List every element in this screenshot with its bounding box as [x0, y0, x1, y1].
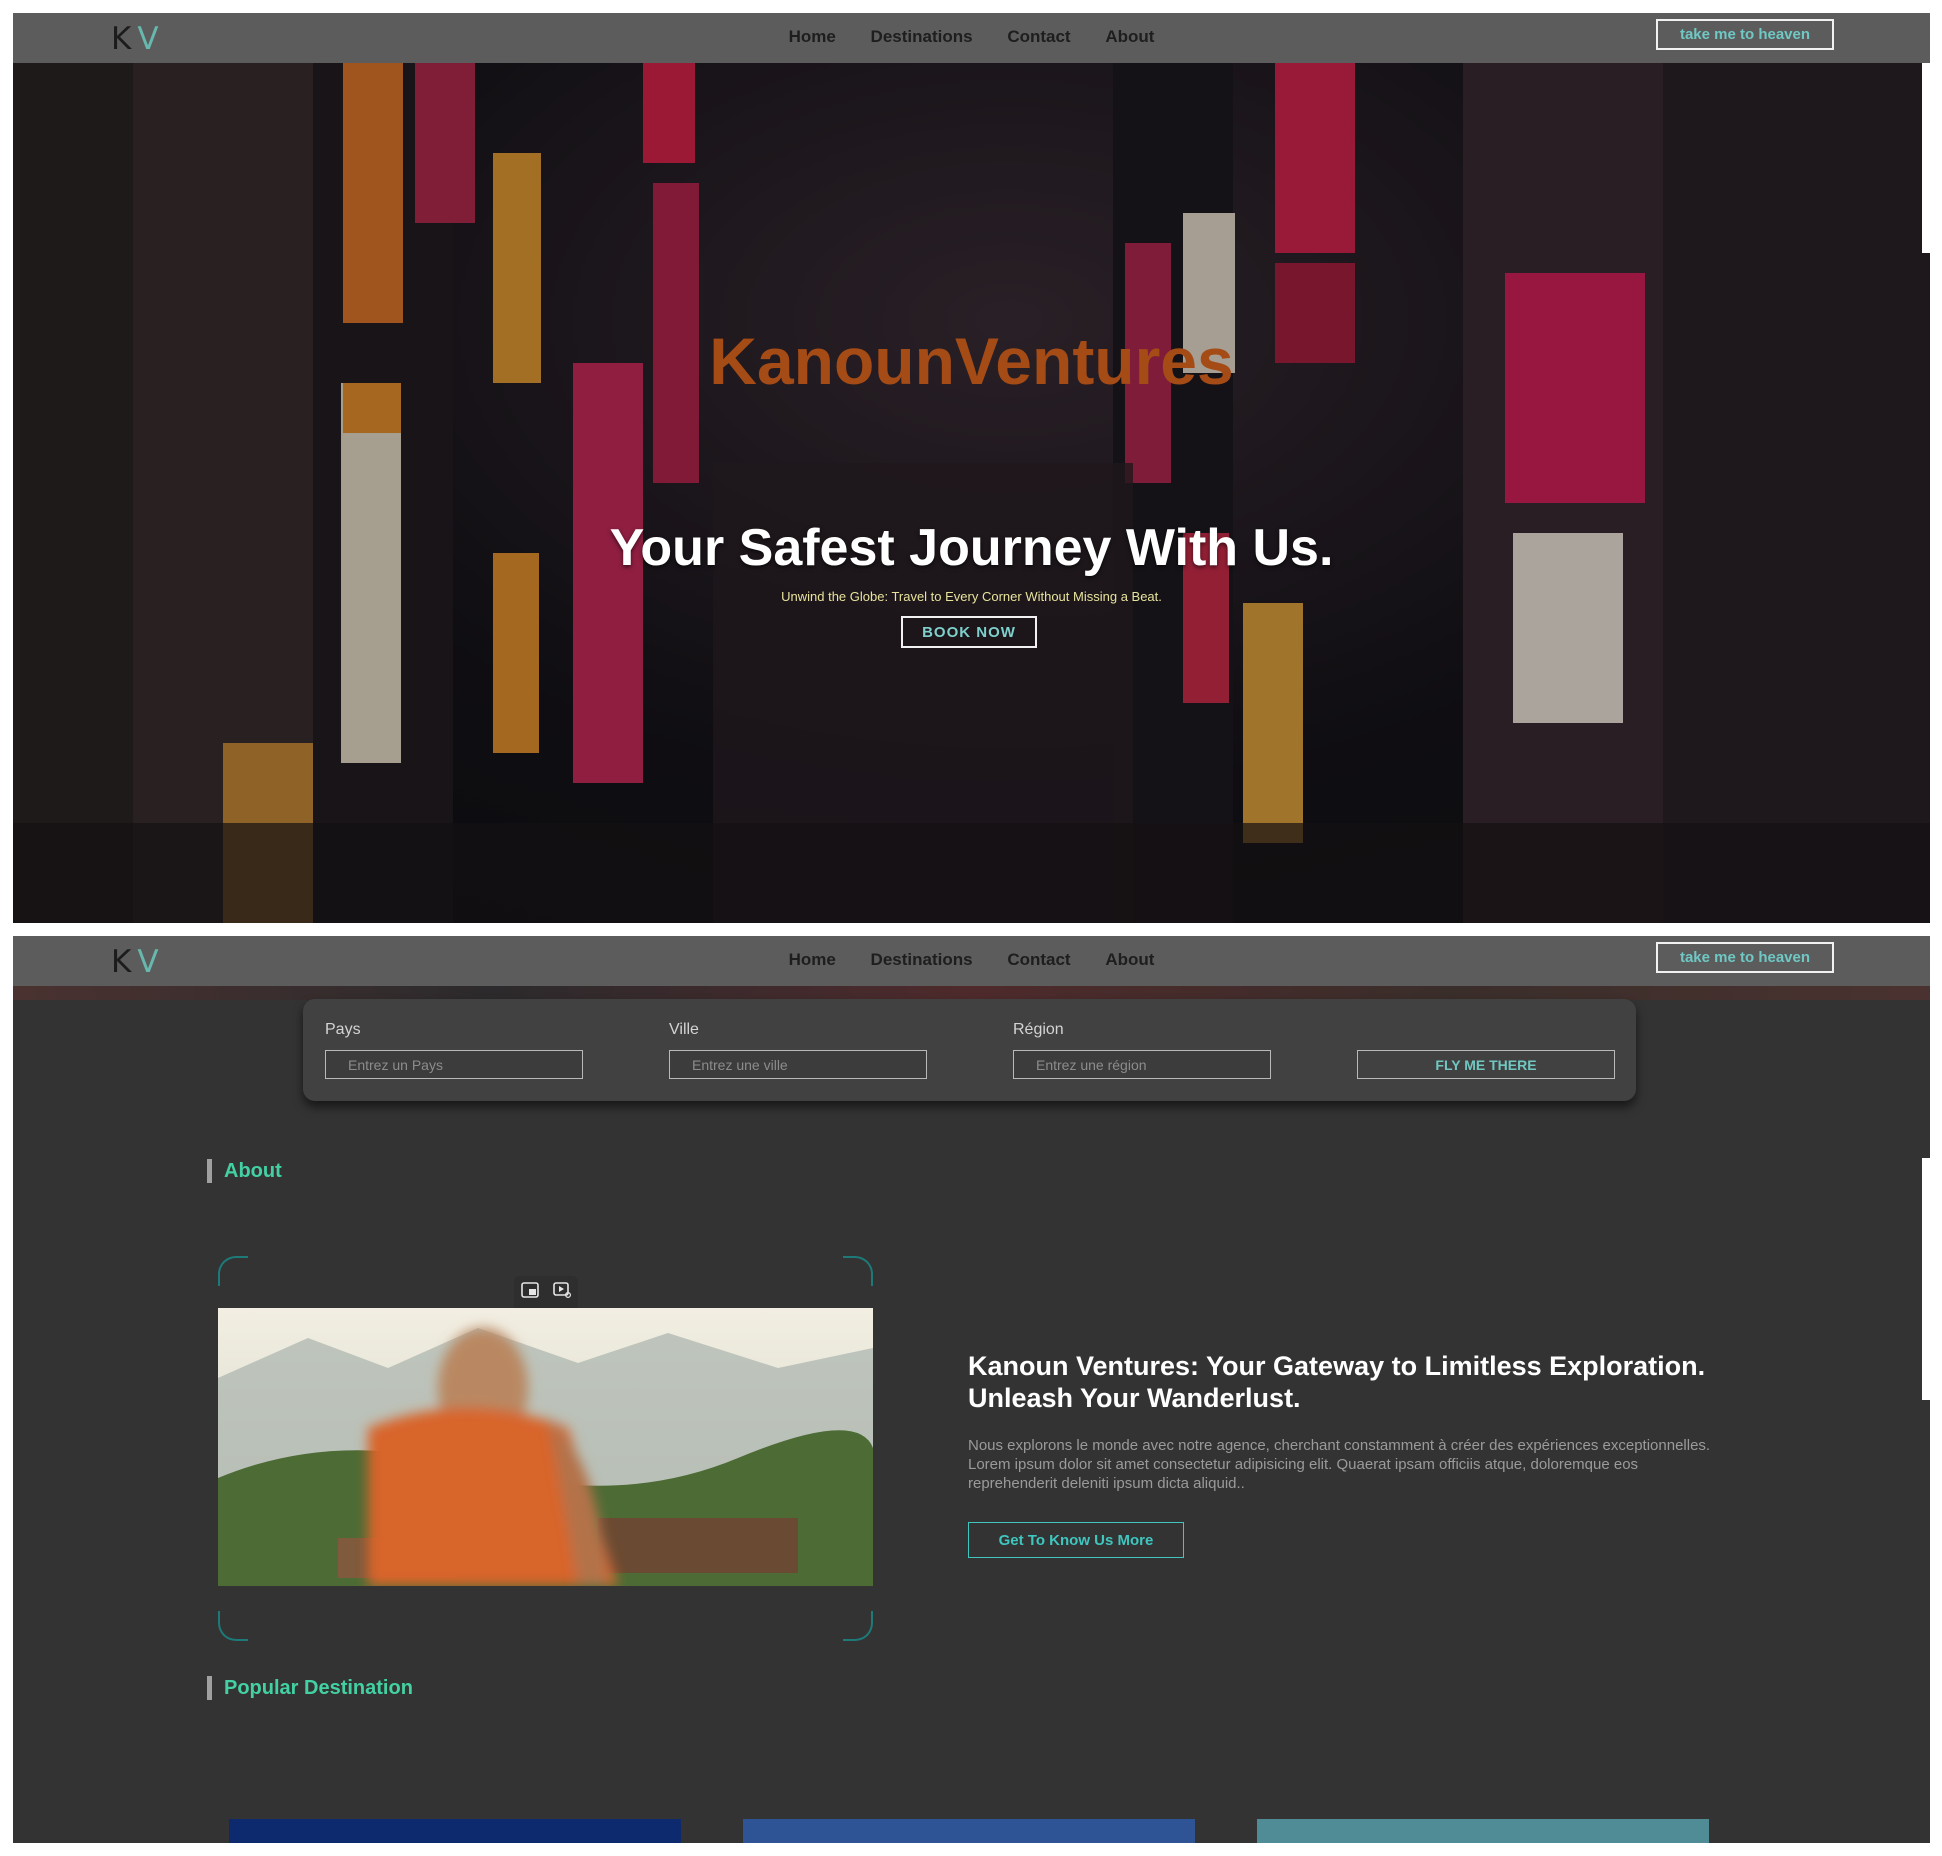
content-screenshot: KV Home Destinations Contact About take …	[13, 936, 1930, 1843]
video-settings-icon[interactable]	[553, 1281, 572, 1303]
nav-link-home[interactable]: Home	[789, 27, 836, 47]
book-now-button[interactable]: BOOK NOW	[901, 616, 1037, 648]
destination-card[interactable]	[229, 1819, 681, 1843]
search-card: Pays Ville Région FLY ME THERE	[303, 999, 1636, 1101]
city-input[interactable]	[669, 1050, 927, 1079]
about-video[interactable]	[218, 1256, 873, 1641]
hero-image-edge	[13, 986, 1930, 1000]
nav-link-destinations[interactable]: Destinations	[871, 27, 973, 47]
about-title: Kanoun Ventures: Your Gateway to Limitle…	[968, 1351, 1706, 1413]
monk-video-frame	[218, 1308, 873, 1586]
nav-link-about[interactable]: About	[1105, 950, 1154, 970]
nav-menu: Home Destinations Contact About	[13, 27, 1930, 47]
fly-me-there-button[interactable]: FLY ME THERE	[1357, 1050, 1615, 1079]
destination-card[interactable]	[743, 1819, 1195, 1843]
frame-corner	[218, 1611, 248, 1641]
scrollbar[interactable]	[1922, 1158, 1930, 1400]
about-description: Nous explorons le monde avec notre agenc…	[968, 1437, 1711, 1492]
nav-link-destinations[interactable]: Destinations	[871, 950, 973, 970]
popular-destination-heading: Popular Destination	[207, 1676, 413, 1700]
nav-link-home[interactable]: Home	[789, 950, 836, 970]
take-me-to-heaven-button[interactable]: take me to heaven	[1656, 19, 1834, 50]
country-label: Pays	[325, 1021, 361, 1038]
region-input[interactable]	[1013, 1050, 1271, 1079]
about-section-heading: About	[207, 1159, 282, 1183]
take-me-to-heaven-button[interactable]: take me to heaven	[1656, 942, 1834, 973]
frame-corner	[843, 1256, 873, 1286]
city-label: Ville	[669, 1021, 699, 1038]
picture-in-picture-icon[interactable]	[521, 1281, 539, 1303]
frame-corner	[218, 1256, 248, 1286]
hero-background-image	[13, 63, 1930, 923]
nav-link-about[interactable]: About	[1105, 27, 1154, 47]
hero-tagline: Unwind the Globe: Travel to Every Corner…	[781, 589, 1162, 604]
video-controls	[514, 1276, 578, 1308]
country-input[interactable]	[325, 1050, 583, 1079]
hero-brand-title: KanounVentures	[709, 324, 1234, 398]
city-street-illustration	[13, 63, 1930, 923]
hero-headline: Your Safest Journey With Us.	[609, 519, 1334, 577]
destination-card[interactable]	[1257, 1819, 1709, 1843]
nav-menu: Home Destinations Contact About	[13, 950, 1930, 970]
get-to-know-us-button[interactable]: Get To Know Us More	[968, 1522, 1184, 1558]
region-label: Région	[1013, 1021, 1064, 1038]
nav-link-contact[interactable]: Contact	[1007, 950, 1070, 970]
navbar: KV Home Destinations Contact About take …	[13, 13, 1930, 63]
hero-screenshot: KV Home Destinations Contact About take …	[13, 13, 1930, 923]
frame-corner	[843, 1611, 873, 1641]
nav-link-contact[interactable]: Contact	[1007, 27, 1070, 47]
navbar: KV Home Destinations Contact About take …	[13, 936, 1930, 986]
